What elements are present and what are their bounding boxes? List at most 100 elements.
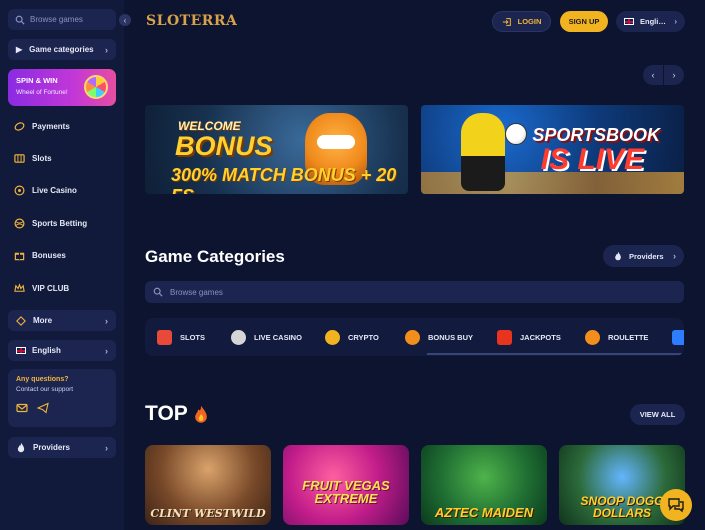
support-question: Any questions?: [16, 376, 69, 383]
flame-icon: [615, 251, 621, 261]
providers-button[interactable]: Providers ›: [603, 245, 684, 267]
crypto-coin-icon: [325, 329, 340, 345]
sidebar-item-payments[interactable]: Payments: [14, 121, 70, 132]
search-icon: [153, 287, 163, 297]
flame-icon: [194, 405, 207, 423]
sidebar-search-input[interactable]: Browse games: [8, 9, 116, 30]
sidebar-item-label: Slots: [32, 154, 52, 163]
tabs-scroll-indicator: [427, 353, 684, 355]
sidebar-item-label: Payments: [32, 122, 70, 131]
banner-next-button[interactable]: ›: [664, 65, 684, 85]
jackpot-777-icon: [497, 329, 512, 345]
more-label: More: [33, 316, 53, 325]
tab-label: CRYPTO: [348, 332, 379, 342]
view-all-button[interactable]: VIEW ALL: [630, 404, 685, 425]
coins-icon: [14, 122, 25, 131]
top-title-text: TOP: [145, 402, 188, 425]
providers-label: Providers: [629, 251, 664, 261]
login-icon: [502, 17, 511, 26]
banner-bonus-text: BONUS: [175, 131, 273, 161]
sidebar-item-slots[interactable]: Slots: [14, 153, 52, 164]
sidebar-search-placeholder: Browse games: [30, 15, 83, 24]
collapse-sidebar-button[interactable]: ‹: [119, 14, 131, 26]
games-search-placeholder: Browse games: [170, 287, 223, 297]
banner-prev-button[interactable]: ‹: [643, 65, 663, 85]
tab-slots[interactable]: SLOTS: [157, 318, 205, 356]
header-language-label: Engli…: [640, 17, 666, 26]
category-icon: [672, 329, 684, 345]
game-categories-title: Game Categories: [145, 247, 285, 266]
category-tabs: SLOTS LIVE CASINO CRYPTO BONUS BUY JACKP…: [145, 318, 684, 356]
banner-match-text: 300% MATCH BONUS + 20 FS: [171, 165, 397, 194]
crown-icon: [14, 283, 25, 292]
tab-next-partial[interactable]: [672, 318, 684, 356]
games-search-input[interactable]: Browse games: [145, 281, 684, 303]
chevron-left-icon: ‹: [651, 70, 655, 80]
wheel-of-fortune-icon: [84, 75, 108, 99]
game-title: AZTEC MAIDEN: [434, 505, 534, 520]
live-casino-icon: [14, 185, 25, 196]
sidebar-item-live-casino[interactable]: Live Casino: [14, 185, 77, 196]
header-language-select[interactable]: Engli… ›: [616, 11, 685, 32]
email-icon[interactable]: [16, 402, 29, 415]
tab-label: SLOTS: [180, 332, 206, 342]
uk-flag-icon: [624, 18, 634, 25]
language-label: English: [32, 346, 61, 355]
sidebar-item-bonuses[interactable]: Bonuses: [14, 250, 66, 261]
site-logo[interactable]: SLOTERRA: [146, 13, 237, 29]
sidebar-language-select[interactable]: English ›: [8, 340, 116, 361]
flame-icon: [17, 442, 25, 453]
bonus-buy-icon: [405, 329, 420, 345]
welcome-bonus-banner[interactable]: WELCOME BONUS 300% MATCH BONUS + 20 FS: [145, 105, 408, 194]
play-icon: ▶: [16, 45, 23, 54]
sidebar-item-label: Sports Betting: [32, 219, 88, 228]
support-card: Any questions? Contact our support: [8, 369, 116, 427]
providers-label: Providers: [33, 443, 70, 452]
login-button[interactable]: LOGIN: [492, 11, 551, 32]
sports-icon: [14, 218, 25, 229]
tab-jackpots[interactable]: JACKPOTS: [497, 318, 561, 356]
chat-icon: [668, 498, 684, 513]
tab-crypto[interactable]: CRYPTO: [325, 318, 379, 356]
live-chat-button[interactable]: [660, 489, 692, 521]
chevron-right-icon: ›: [105, 345, 108, 356]
football-icon: [505, 123, 527, 145]
spin-and-win-promo[interactable]: SPIN & WIN Wheel of Fortune!: [8, 69, 116, 106]
game-categories-button[interactable]: ▶ Game categories ›: [8, 39, 116, 60]
tab-bonus-buy[interactable]: BONUS BUY: [405, 318, 473, 356]
chevron-right-icon: ›: [105, 315, 108, 326]
game-categories-label: Game categories: [29, 45, 94, 54]
game-title: FRUIT VEGAS EXTREME: [302, 478, 390, 506]
tab-roulette[interactable]: ROULETTE: [585, 318, 648, 356]
tab-label: JACKPOTS: [520, 332, 561, 342]
sidebar-item-label: Live Casino: [32, 186, 77, 195]
game-card-clint-westwild[interactable]: CLINT WESTWILD: [145, 445, 271, 525]
top-games-title: TOP: [145, 402, 208, 426]
roulette-icon: [585, 329, 600, 345]
gift-icon: [14, 252, 25, 261]
sidebar-item-vip-club[interactable]: VIP CLUB: [14, 283, 69, 294]
tab-label: ROULETTE: [608, 332, 649, 342]
dealer-icon: [231, 329, 246, 345]
banner-is-live-text: IS LIVE: [540, 143, 644, 176]
game-card-fruit-vegas-extreme[interactable]: FRUIT VEGAS EXTREME: [283, 445, 409, 525]
game-card-aztec-maiden[interactable]: AZTEC MAIDEN: [421, 445, 547, 525]
sidebar-item-sports-betting[interactable]: Sports Betting: [14, 218, 87, 229]
football-player-image: [461, 113, 505, 191]
tab-live-casino[interactable]: LIVE CASINO: [231, 318, 302, 356]
tab-label: BONUS BUY: [428, 332, 474, 342]
chevron-right-icon: ›: [105, 44, 108, 55]
telegram-icon[interactable]: [37, 402, 50, 415]
chevron-left-icon: ‹: [123, 15, 127, 25]
more-menu-button[interactable]: More ›: [8, 310, 116, 331]
slots-icon: [157, 329, 172, 345]
sidebar-item-label: VIP CLUB: [32, 284, 70, 293]
chevron-right-icon: ›: [105, 442, 108, 453]
support-subtitle: Contact our support: [16, 386, 74, 393]
sidebar-providers-button[interactable]: Providers ›: [8, 437, 116, 458]
sportsbook-banner[interactable]: SPORTSBOOK IS LIVE: [421, 105, 684, 194]
sidebar-item-label: Bonuses: [32, 251, 66, 260]
chevron-right-icon: ›: [673, 251, 676, 261]
signup-button[interactable]: SIGN UP: [560, 11, 608, 32]
tab-label: LIVE CASINO: [254, 332, 302, 342]
